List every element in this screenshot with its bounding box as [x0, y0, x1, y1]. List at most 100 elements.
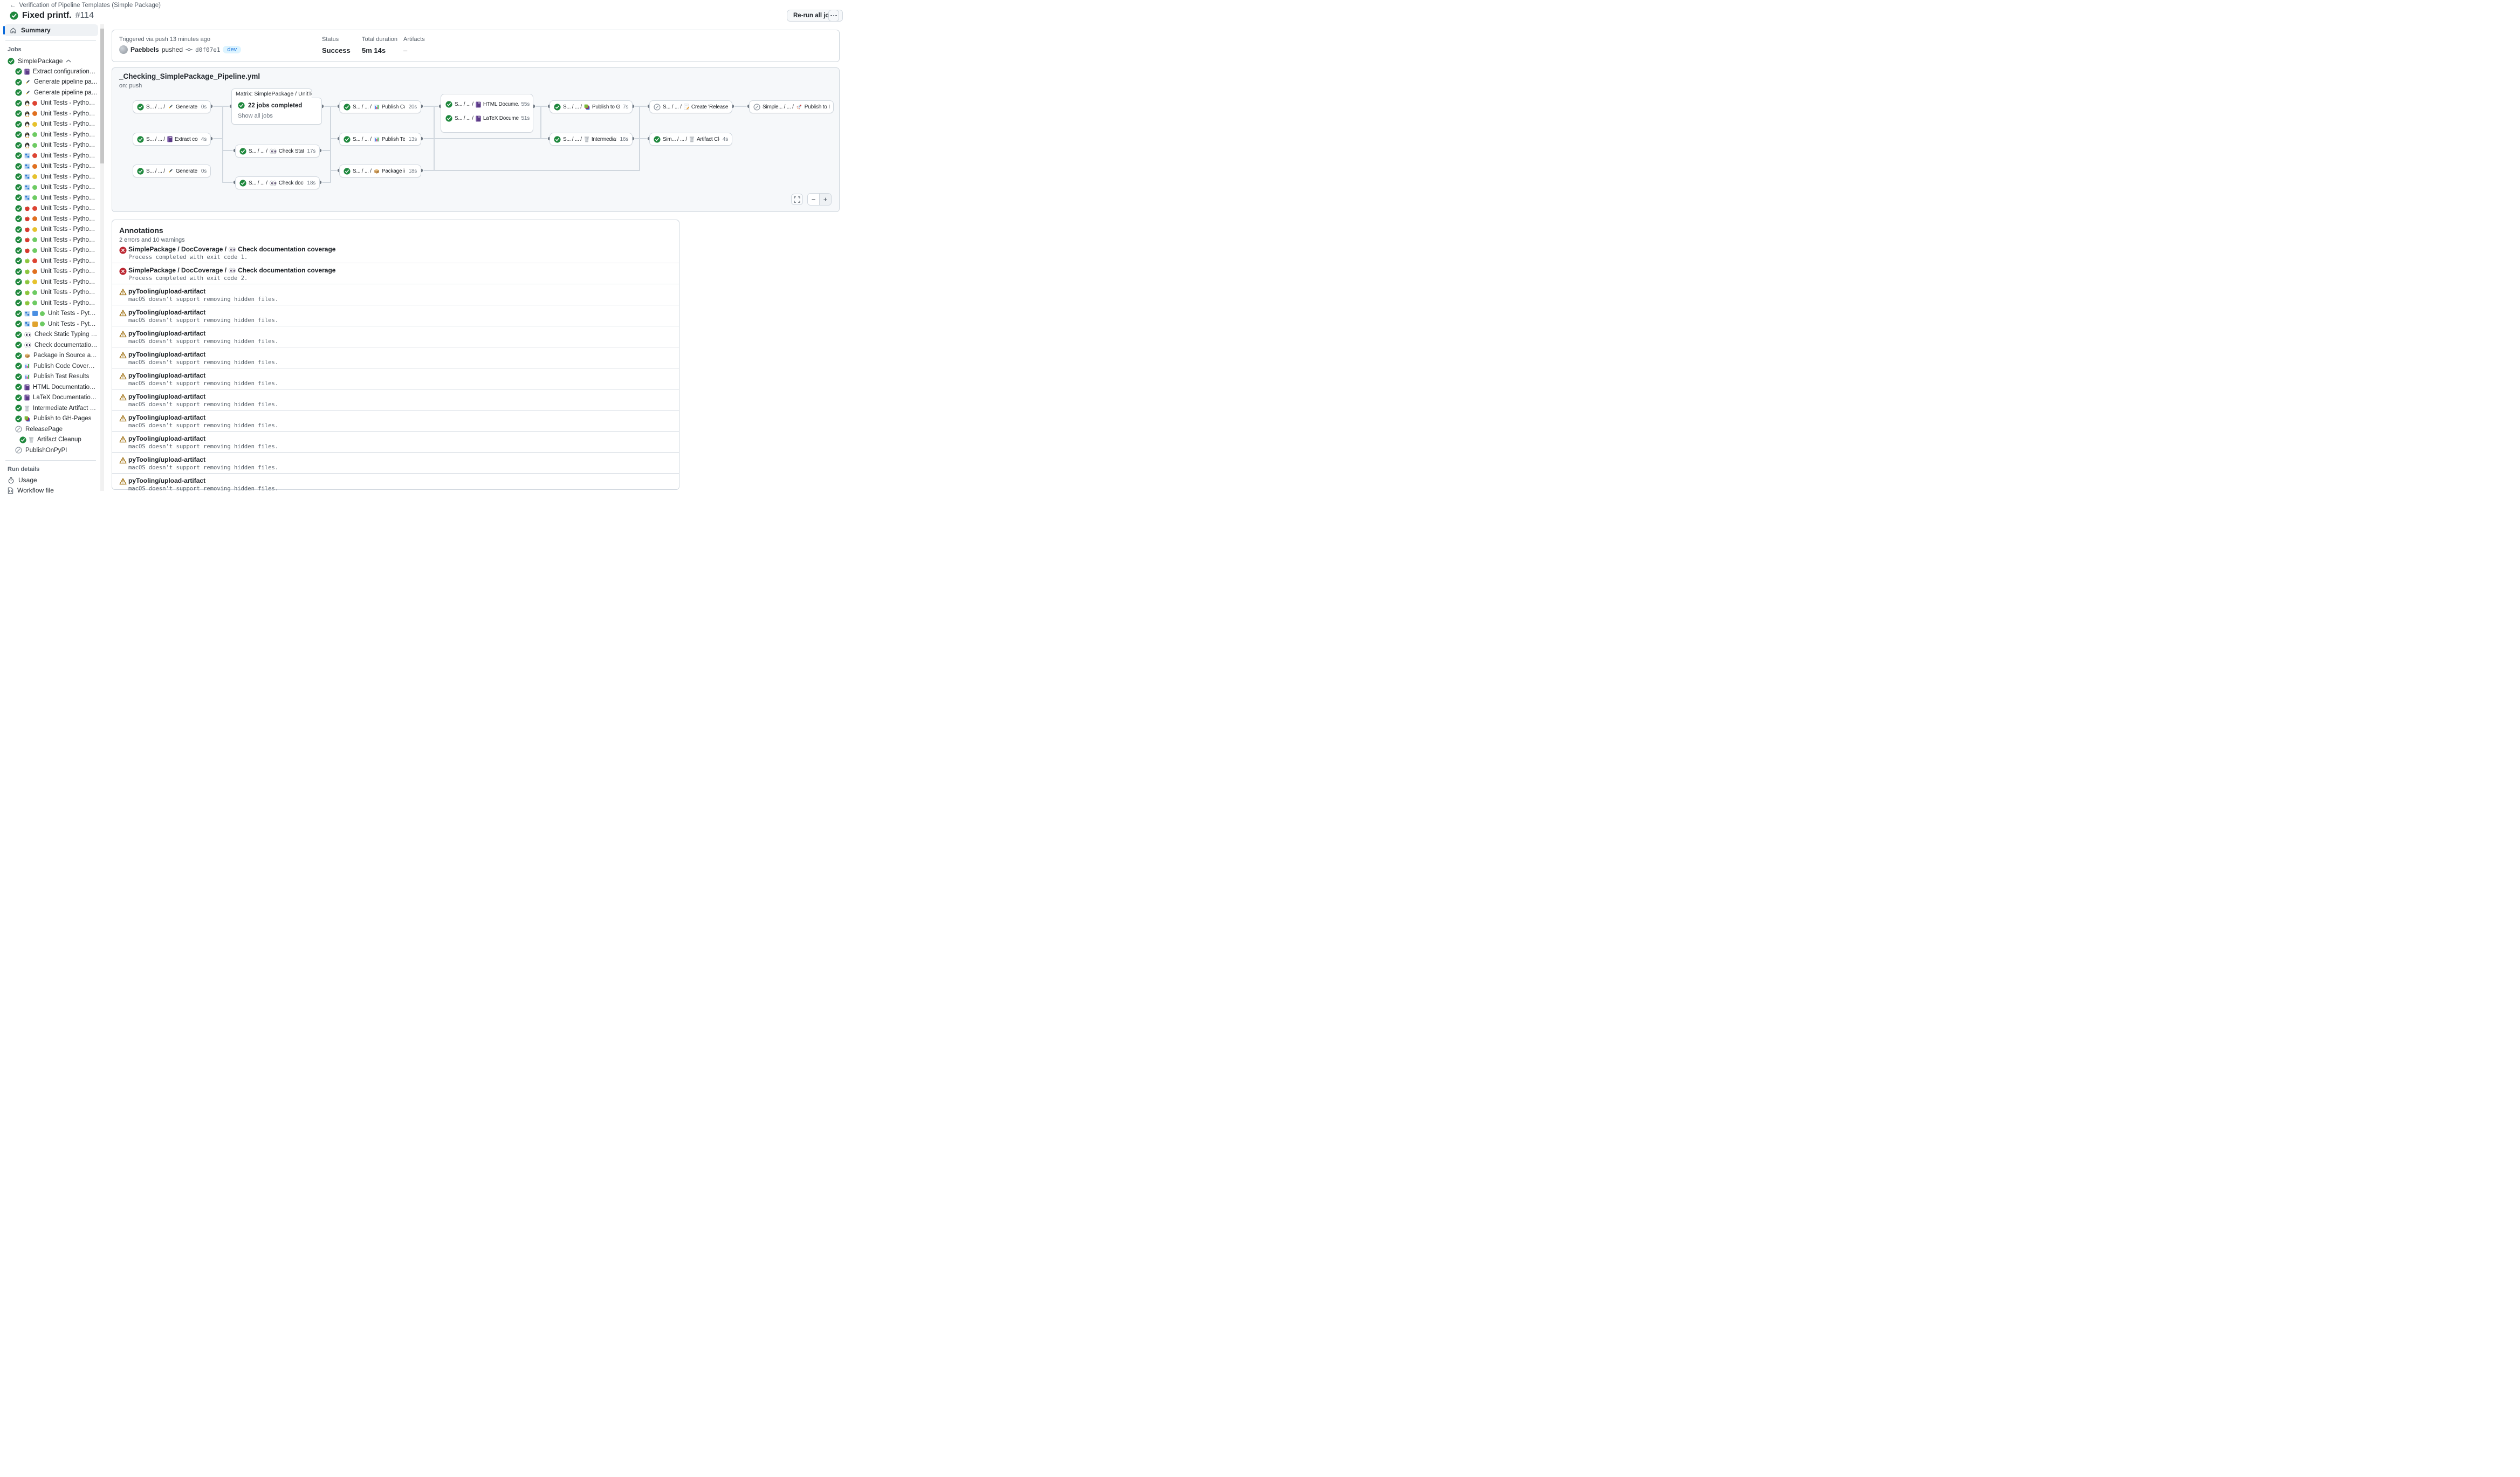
sidebar-job-releasepage[interactable]: ReleasePage	[3, 424, 98, 435]
annotation-title[interactable]: pyTooling/upload-artifact	[128, 288, 205, 295]
sidebar-job-unit-tests-python-3.11[interactable]: Unit Tests - Python 3.11	[3, 172, 98, 182]
success-check-icon	[15, 394, 22, 401]
success-check-icon	[238, 102, 245, 109]
sidebar-scrollbar[interactable]	[100, 24, 104, 491]
sidebar-job-unit-tests-python-3.12[interactable]: Unit Tests - Python 3.12	[3, 182, 98, 193]
sidebar-job-publishonpypi[interactable]: PublishOnPyPI	[3, 445, 98, 456]
sidebar-job-package-in-source-and-wheel...[interactable]: Package in Source and Wheel...	[3, 351, 98, 361]
sidebar-item-usage[interactable]: Usage	[3, 475, 98, 486]
python-green-dot-icon	[32, 300, 37, 305]
sidebar-job-publish-test-results[interactable]: Publish Test Results	[3, 372, 98, 382]
graph-node-gen-params-1[interactable]: S... / ... /Generate pipelin...0s	[133, 100, 211, 113]
sidebar-job-generate-pipeline-parameters[interactable]: Generate pipeline parameters	[3, 77, 98, 88]
annotation-name: pyTooling/upload-artifact	[128, 351, 205, 358]
sidebar-job-artifact-cleanup[interactable]: Artifact Cleanup	[3, 435, 98, 446]
workflow-name[interactable]: Verification of Pipeline Templates (Simp…	[19, 2, 161, 9]
sidebar-scrollbar-thumb[interactable]	[100, 29, 104, 163]
eyes-icon	[270, 148, 277, 154]
python-green-dot-icon	[32, 132, 37, 137]
sidebar-job-publish-to-gh-pages[interactable]: Publish to GH-Pages	[3, 414, 98, 425]
graph-node-publish-gh-pages[interactable]: S... / ... /Publish to GH-P...7s	[550, 100, 633, 113]
graph-node-html-doc[interactable]: S... / ... /HTML Docume...55s	[445, 101, 530, 108]
graph-node-publish-test-results[interactable]: S... / ... /Publish Test Re...13s	[339, 133, 421, 146]
sidebar-job-unit-tests-python-3.10[interactable]: Unit Tests - Python 3.10	[3, 161, 98, 172]
annotation-title[interactable]: SimplePackage / DocCoverage /Check docum…	[128, 245, 335, 253]
annotations-list: SimplePackage / DocCoverage /Check docum…	[112, 242, 679, 494]
fullscreen-button[interactable]	[791, 194, 803, 205]
sidebar-job-intermediate-artifact-cleanup[interactable]: Intermediate Artifact Cleanup	[3, 403, 98, 414]
actor-action: pushed	[162, 46, 183, 53]
zoom-out-button[interactable]: −	[808, 194, 820, 205]
annotation-message: macOS doesn't support removing hidden fi…	[128, 464, 278, 471]
annotation-title[interactable]: pyTooling/upload-artifact	[128, 435, 205, 442]
sidebar-job-unit-tests-python-3.13[interactable]: Unit Tests - Python 3.13	[3, 298, 98, 309]
sidebar-job-unit-tests-python-3.12[interactable]: Unit Tests - Python 3.12	[3, 129, 98, 140]
breadcrumb-back-link[interactable]: ← Verification of Pipeline Templates (Si…	[10, 2, 161, 9]
annotation-message: macOS doesn't support removing hidden fi…	[128, 338, 278, 345]
graph-node-artifact-cleanup[interactable]: Sim... / ... /Artifact Cleanup4s	[649, 133, 732, 146]
success-check-icon	[15, 152, 22, 159]
sidebar-job-unit-tests-python-3.13[interactable]: Unit Tests - Python 3.13	[3, 140, 98, 151]
sidebar-job-unit-tests-python-3.9[interactable]: Unit Tests - Python 3.9	[3, 151, 98, 161]
sidebar-job-extract-configurations-from-p...[interactable]: Extract configurations from p...	[3, 66, 98, 77]
avatar[interactable]	[119, 45, 128, 54]
annotation-title[interactable]: SimplePackage / DocCoverage /Check docum…	[128, 266, 335, 274]
show-all-jobs-link[interactable]: Show all jobs	[238, 113, 273, 119]
annotation-title[interactable]: pyTooling/upload-artifact	[128, 309, 205, 316]
graph-node-check-doc-coverage[interactable]: S... / ... /Check docume...18s	[235, 176, 320, 189]
success-check-icon	[15, 226, 22, 233]
annotation-title[interactable]: pyTooling/upload-artifact	[128, 477, 205, 484]
book-icon	[167, 136, 173, 142]
graph-node-intermediate-cleanup[interactable]: S... / ... /Intermediate A...16s	[550, 133, 633, 146]
annotation-path: SimplePackage / DocCoverage /	[128, 266, 226, 274]
matrix-group-box[interactable]: 22 jobs completedShow all jobs	[231, 98, 322, 125]
graph-node-publish-code-coverage[interactable]: S... / ... /Publish Code C...20s	[339, 100, 421, 113]
success-check-icon	[137, 104, 144, 111]
node-prefix: S... / ... /	[146, 104, 165, 110]
sidebar-item-workflow-file[interactable]: Workflow file	[3, 486, 98, 496]
annotation-title[interactable]: pyTooling/upload-artifact	[128, 456, 205, 463]
sidebar-job-check-documentation-covera...[interactable]: Check documentation covera...	[3, 340, 98, 351]
sidebar-job-latex-documentation-using-...[interactable]: LaTeX Documentation using ...	[3, 393, 98, 404]
annotation-title[interactable]: pyTooling/upload-artifact	[128, 372, 205, 379]
sidebar-job-unit-tests-python-3.9[interactable]: Unit Tests - Python 3.9	[3, 98, 98, 109]
sidebar-item-summary[interactable]: Summary	[4, 24, 98, 36]
sidebar-job-unit-tests-python-3.9[interactable]: Unit Tests - Python 3.9	[3, 256, 98, 266]
branch-badge[interactable]: dev	[223, 46, 241, 53]
actor-name[interactable]: Paebbels	[131, 46, 159, 53]
sidebar-job-check-static-typing-using-pyt...[interactable]: Check Static Typing using Pyt...	[3, 330, 98, 340]
annotation-title[interactable]: pyTooling/upload-artifact	[128, 414, 205, 421]
sidebar-job-unit-tests-python-3.12[interactable]: Unit Tests - Python 3.12	[3, 288, 98, 298]
sidebar-job-unit-tests-python-3.13[interactable]: Unit Tests - Python 3.13	[3, 193, 98, 203]
sidebar-job-generate-pipeline-parameters[interactable]: Generate pipeline parameters	[3, 87, 98, 98]
annotation-title[interactable]: pyTooling/upload-artifact	[128, 393, 205, 400]
sidebar-job-publish-code-coverage-results[interactable]: Publish Code Coverage Results	[3, 361, 98, 372]
sidebar-job-unit-tests-python-3.11[interactable]: Unit Tests - Python 3.11	[3, 119, 98, 130]
graph-node-gen-params-2[interactable]: S... / ... /Generate pipelin...0s	[133, 165, 211, 177]
sidebar-job-unit-tests-python-3.10[interactable]: Unit Tests - Python 3.10	[3, 266, 98, 277]
sidebar-job-unit-tests-python-3.11[interactable]: Unit Tests - Python 3.11	[3, 224, 98, 235]
sidebar-job-unit-tests-python-3.12[interactable]: Unit Tests - Python 3.12	[3, 235, 98, 245]
zoom-in-button[interactable]: +	[820, 194, 831, 205]
sidebar-job-unit-tests-python-3.10[interactable]: Unit Tests - Python 3.10	[3, 214, 98, 224]
graph-node-create-release-page[interactable]: S... / ... /Create 'Release Pa...	[649, 100, 732, 113]
graph-node-extract-config[interactable]: S... / ... /Extract configur...4s	[133, 133, 211, 146]
graph-node-publish-pypi[interactable]: Simple... / ... /Publish to PyPI	[749, 100, 834, 113]
graph-node-package-source-wheel[interactable]: S... / ... /Package in Sou...18s	[339, 165, 421, 177]
sidebar-job-html-documentation-using-...[interactable]: HTML Documentation using ...	[3, 382, 98, 393]
sidebar-job-unit-tests-python-3.9[interactable]: Unit Tests - Python 3.9	[3, 203, 98, 214]
sidebar-job-unit-tests-python-3.12[interactable]: Unit Tests - Python 3.12	[3, 309, 98, 319]
sidebar-group-simplepackage[interactable]: SimplePackage	[3, 56, 98, 66]
sidebar-job-unit-tests-python-3.10[interactable]: Unit Tests - Python 3.10	[3, 108, 98, 119]
sidebar-job-label: Unit Tests - Python 3.10	[39, 163, 98, 169]
more-options-button[interactable]	[828, 10, 839, 22]
annotation-title[interactable]: pyTooling/upload-artifact	[128, 351, 205, 358]
sidebar-job-unit-tests-python-3.11[interactable]: Unit Tests - Python 3.11	[3, 277, 98, 288]
graph-node-check-static-typing[interactable]: S... / ... /Check Static Ty...17s	[235, 145, 320, 158]
commit-sha[interactable]: d0f07e1	[195, 46, 220, 53]
sidebar-job-unit-tests-python-3.13[interactable]: Unit Tests - Python 3.13	[3, 245, 98, 256]
graph-node-latex-doc[interactable]: S... / ... /LaTeX Docume...51s	[445, 115, 530, 122]
annotation-row-warning: pyTooling/upload-artifactmacOS doesn't s…	[112, 305, 679, 326]
annotation-title[interactable]: pyTooling/upload-artifact	[128, 330, 205, 337]
sidebar-job-unit-tests-python-3.12[interactable]: Unit Tests - Python 3.12	[3, 319, 98, 330]
